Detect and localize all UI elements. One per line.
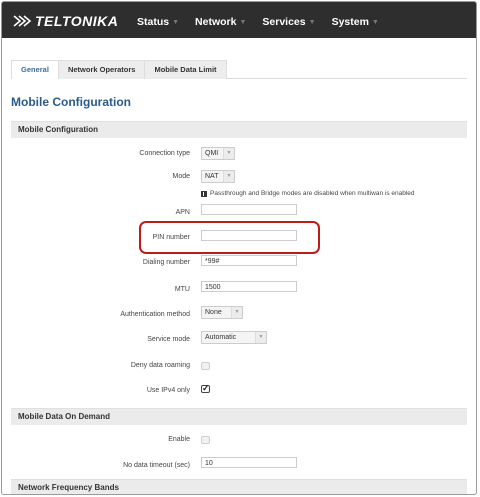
section-header-mobile-data-on-demand: Mobile Data On Demand: [11, 408, 467, 425]
chevron-down-icon: ▼: [255, 332, 266, 343]
connection-type-value: QMI: [205, 150, 219, 157]
connection-type-label: Connection type: [139, 150, 190, 157]
no-data-timeout-label: No data timeout (sec): [123, 462, 190, 469]
chevron-down-icon: ▼: [223, 171, 234, 182]
tab-network-operators[interactable]: Network Operators: [57, 60, 146, 79]
no-data-timeout-input[interactable]: 10: [201, 457, 297, 468]
router-config-window: TELTONIKA Status ▼ Network ▼ Services ▼ Sys…: [1, 1, 477, 495]
menu-services[interactable]: Services ▼: [262, 16, 315, 28]
menu-system[interactable]: System ▼: [332, 16, 379, 28]
enable-checkbox[interactable]: [201, 436, 210, 444]
page-title: Mobile Configuration: [11, 95, 131, 109]
chevron-down-icon: ▼: [172, 18, 180, 26]
chevron-down-icon: ▼: [371, 18, 379, 26]
teltonika-logo[interactable]: TELTONIKA: [12, 13, 118, 29]
top-navigation-bar: TELTONIKA Status ▼ Network ▼ Services ▼ Sys…: [2, 2, 476, 38]
authentication-method-label: Authentication method: [120, 311, 190, 318]
dialing-number-input[interactable]: *99#: [201, 255, 297, 266]
enable-label: Enable: [168, 436, 190, 443]
menu-status-label: Status: [137, 16, 170, 28]
tab-general[interactable]: General: [11, 60, 59, 79]
section-title: Network Frequency Bands: [18, 483, 119, 492]
deny-data-roaming-label: Deny data roaming: [130, 362, 190, 369]
logo-text: TELTONIKA: [35, 13, 119, 29]
section-title: Mobile Configuration: [18, 125, 98, 134]
use-ipv4-only-label: Use IPv4 only: [146, 387, 190, 394]
tab-bar: General Network Operators Mobile Data Li…: [11, 60, 467, 79]
mode-note-text: Passthrough and Bridge modes are disable…: [210, 190, 415, 197]
chevron-down-icon: ▼: [308, 18, 316, 26]
chevron-down-icon: ▼: [223, 148, 234, 159]
section-title: Mobile Data On Demand: [18, 412, 111, 421]
mode-label: Mode: [172, 173, 190, 180]
apn-label: APN: [175, 209, 190, 216]
authentication-method-value: None: [205, 309, 222, 316]
section-header-network-frequency-bands: Network Frequency Bands: [11, 479, 467, 494]
deny-data-roaming-checkbox[interactable]: [201, 362, 210, 370]
apn-input[interactable]: [201, 204, 297, 215]
logo-icon: [13, 15, 32, 27]
pin-highlight-outline: [139, 221, 320, 254]
info-icon: [201, 190, 207, 197]
tab-mobile-data-limit[interactable]: Mobile Data Limit: [144, 60, 227, 79]
mtu-input[interactable]: 1500: [201, 281, 297, 292]
section-header-mobile-configuration: Mobile Configuration: [11, 121, 467, 138]
dialing-number-label: Dialing number: [142, 259, 190, 266]
service-mode-label: Service mode: [147, 336, 190, 343]
mode-info-note: Passthrough and Bridge modes are disable…: [201, 190, 415, 197]
menu-status[interactable]: Status ▼: [137, 16, 179, 28]
mode-select[interactable]: NAT ▼: [201, 170, 235, 183]
menu-network-label: Network: [195, 16, 237, 28]
main-menu: Status ▼ Network ▼ Services ▼ System ▼: [137, 16, 395, 28]
menu-services-label: Services: [262, 16, 306, 28]
authentication-method-select[interactable]: None ▼: [201, 306, 243, 319]
use-ipv4-only-checkbox[interactable]: [201, 383, 210, 394]
mtu-label: MTU: [174, 286, 190, 293]
chevron-down-icon: ▼: [231, 307, 242, 318]
menu-network[interactable]: Network ▼: [195, 16, 246, 28]
mode-value: NAT: [205, 173, 219, 180]
service-mode-value: Automatic: [205, 334, 237, 341]
service-mode-select[interactable]: Automatic ▼: [201, 331, 267, 344]
connection-type-select[interactable]: QMI ▼: [201, 147, 235, 160]
chevron-down-icon: ▼: [239, 18, 247, 26]
menu-system-label: System: [331, 16, 369, 28]
